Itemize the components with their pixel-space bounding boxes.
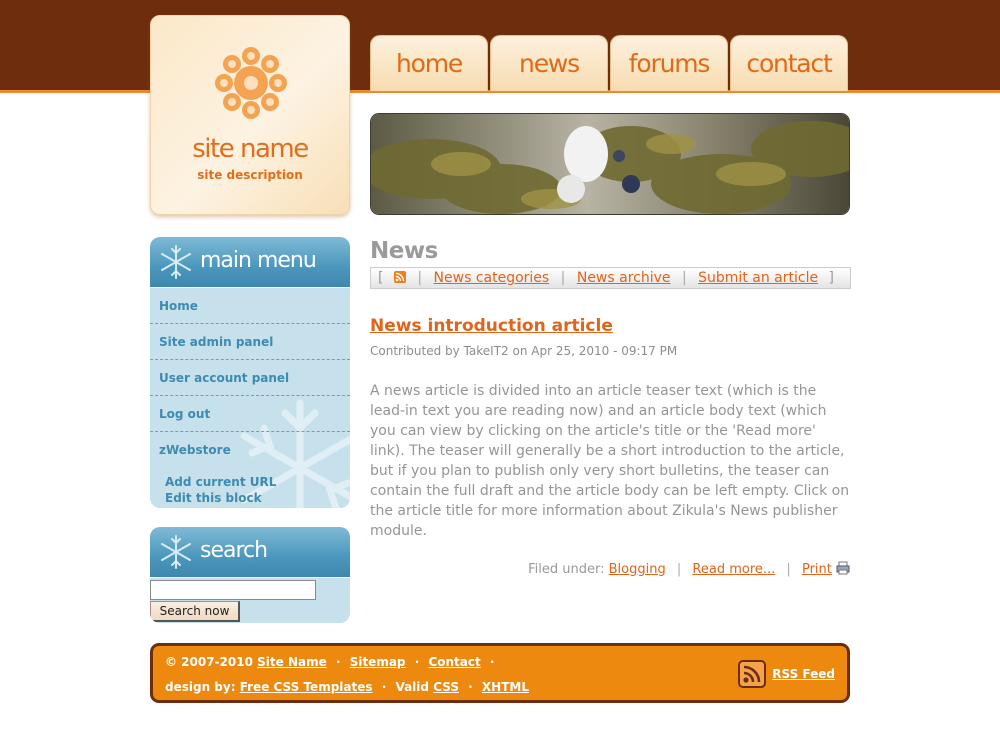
link-news-archive[interactable]: News archive	[577, 270, 671, 286]
flower-logo-icon	[215, 47, 287, 119]
nav-separator: |	[417, 270, 423, 286]
design-by-label: design by:	[165, 680, 236, 694]
copyright: © 2007-2010	[165, 655, 253, 669]
article-footer: Filed under: Blogging | Read more... | P…	[528, 561, 850, 577]
footer-line-2: design by: Free CSS Templates · Valid CS…	[165, 680, 529, 694]
tab-forums[interactable]: forums	[610, 35, 728, 91]
menu-link-add-current-url[interactable]: Add current URL	[165, 475, 276, 489]
rss-feed-icon[interactable]	[738, 660, 767, 688]
nav-separator: |	[681, 270, 687, 286]
footer-xhtml-link[interactable]: XHTML	[482, 680, 529, 694]
separator: |	[676, 562, 682, 577]
link-news-categories[interactable]: News categories	[434, 270, 550, 286]
footer-design-link[interactable]: Free CSS Templates	[240, 680, 373, 694]
snowflake-icon	[161, 535, 191, 569]
search-input[interactable]	[150, 580, 316, 600]
search-header: search	[150, 527, 350, 577]
article-meta: Contributed by TakeIT2 on Apr 25, 2010 -…	[370, 344, 678, 358]
footer-separator: ·	[468, 680, 473, 694]
bracket-open: [	[378, 270, 384, 286]
nav-separator: |	[560, 270, 566, 286]
search-title: search	[200, 538, 268, 563]
rss-icon[interactable]	[393, 271, 406, 283]
article-teaser: A news article is divided into an articl…	[370, 383, 850, 539]
logo-box[interactable]: site name site description	[150, 15, 350, 215]
snowflake-icon	[161, 245, 191, 279]
tab-contact[interactable]: contact	[730, 35, 848, 91]
footer-sitemap-link[interactable]: Sitemap	[350, 655, 406, 669]
search-button[interactable]: Search now	[150, 601, 240, 622]
valid-label: Valid	[395, 680, 429, 694]
menu-item-site-admin-panel[interactable]: Site admin panel	[150, 324, 350, 360]
footer-separator: ·	[414, 655, 420, 669]
search-panel: Search now	[150, 578, 350, 623]
page-title: News	[370, 238, 438, 264]
main-menu-title: main menu	[200, 248, 317, 273]
footer-separator: ·	[381, 680, 387, 694]
category-link[interactable]: Blogging	[609, 562, 666, 577]
read-more-link[interactable]: Read more...	[692, 562, 775, 577]
footer: © 2007-2010 Site Name · Sitemap · Contac…	[150, 643, 850, 703]
footer-site-name-link[interactable]: Site Name	[257, 655, 327, 669]
article-title-link[interactable]: News introduction article	[370, 316, 613, 336]
bracket-close: ]	[828, 270, 834, 286]
site-name: site name	[192, 134, 309, 164]
footer-css-link[interactable]: CSS	[433, 680, 459, 694]
tab-news[interactable]: news	[490, 35, 608, 91]
menu-item-user-account-panel[interactable]: User account panel	[150, 360, 350, 396]
rss-feed[interactable]: RSS Feed	[738, 660, 835, 688]
footer-separator: ·	[335, 655, 341, 669]
separator: |	[786, 562, 791, 577]
footer-separator: ·	[489, 655, 495, 669]
printer-icon[interactable]	[836, 561, 850, 575]
footer-contact-link[interactable]: Contact	[428, 655, 480, 669]
menu-link-edit-block[interactable]: Edit this block	[165, 491, 262, 505]
site-description: site description	[197, 168, 303, 182]
header-photo	[370, 113, 850, 215]
news-subnav: [ | News categories | News archive | Sub…	[370, 267, 851, 289]
menu-item-zwebstore[interactable]: zWebstore	[150, 432, 350, 468]
filed-under-label: Filed under:	[528, 562, 605, 577]
link-submit-article[interactable]: Submit an article	[698, 270, 818, 286]
main-menu: Home Site admin panel User account panel…	[150, 288, 350, 508]
rss-feed-link[interactable]: RSS Feed	[772, 667, 835, 681]
menu-item-log-out[interactable]: Log out	[150, 396, 350, 432]
menu-item-home[interactable]: Home	[150, 288, 350, 324]
print-link[interactable]: Print	[802, 562, 832, 577]
footer-line-1: © 2007-2010 Site Name · Sitemap · Contac…	[165, 655, 499, 669]
tab-home[interactable]: home	[370, 35, 488, 91]
main-menu-header: main menu	[150, 237, 350, 287]
